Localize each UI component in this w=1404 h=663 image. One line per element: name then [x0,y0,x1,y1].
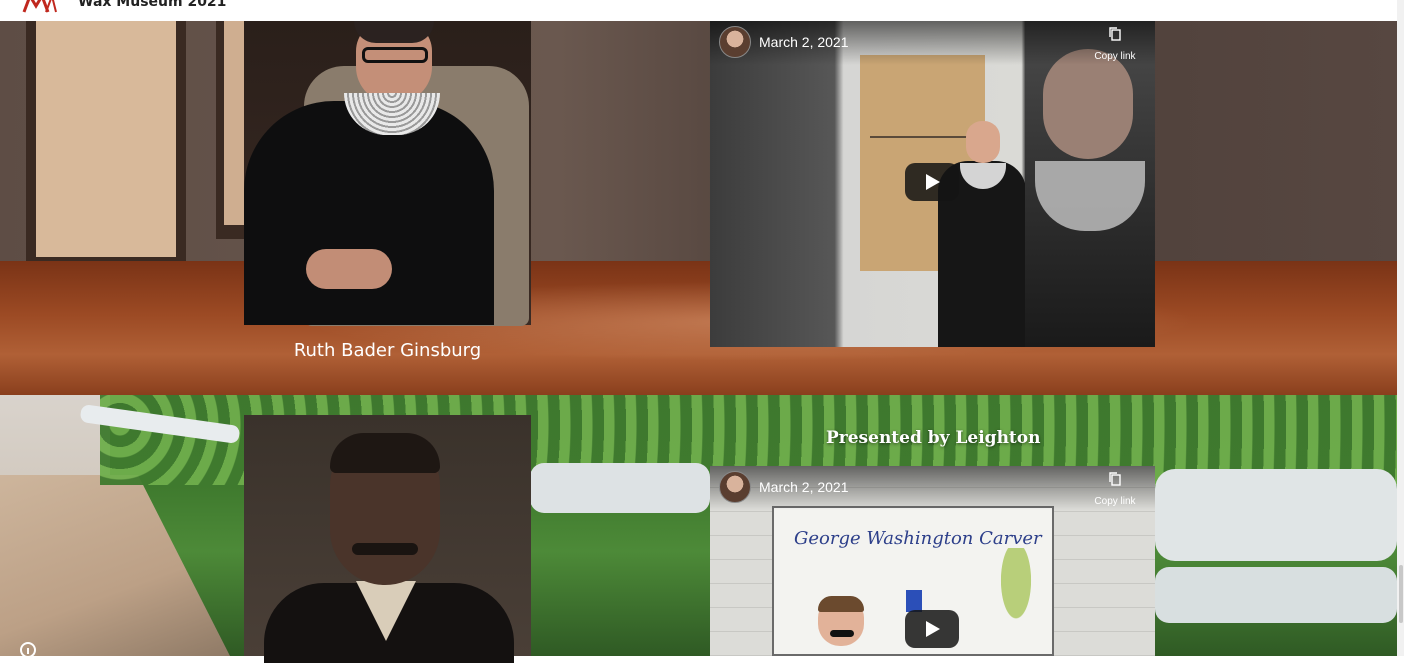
student-in-costume [938,121,1026,347]
wall-frame [26,21,186,271]
site-title[interactable]: Wax Museum 2021 [78,0,226,10]
presenter-label: Presented by Leighton [826,428,1041,448]
copy-link-button[interactable]: Copy link [1085,51,1145,62]
exhibit-section-ginsburg [0,21,1397,395]
video-player[interactable]: March 2, 2021 Copy link [710,21,1155,347]
wall-frame [216,21,246,239]
poster-text: George Washington Carver [794,528,1042,549]
play-icon[interactable] [905,163,959,201]
student-in-costume [818,596,866,656]
portrait-image-carver [244,415,531,663]
avatar[interactable] [719,26,751,58]
scrollbar-thumb[interactable] [1399,565,1403,623]
video-date: March 2, 2021 [759,479,849,495]
video-player[interactable]: George Washington Carver March 2, 2021 C… [710,466,1155,656]
site-header: Wax Museum 2021 [0,0,1404,21]
exhibit-section-carver [0,395,1397,656]
page-scrollbar[interactable] [1397,0,1404,656]
person-name-caption: Ruth Bader Ginsburg [293,340,482,361]
copy-icon[interactable] [1109,472,1121,486]
avatar[interactable] [719,471,751,503]
portrait-image-ginsburg [244,21,531,326]
copy-link-button[interactable]: Copy link [1085,496,1145,507]
museum-logo-icon[interactable] [22,0,58,14]
play-icon[interactable] [905,610,959,648]
video-date: March 2, 2021 [759,34,849,50]
background-wall [0,21,1397,266]
copy-icon[interactable] [1109,27,1121,41]
